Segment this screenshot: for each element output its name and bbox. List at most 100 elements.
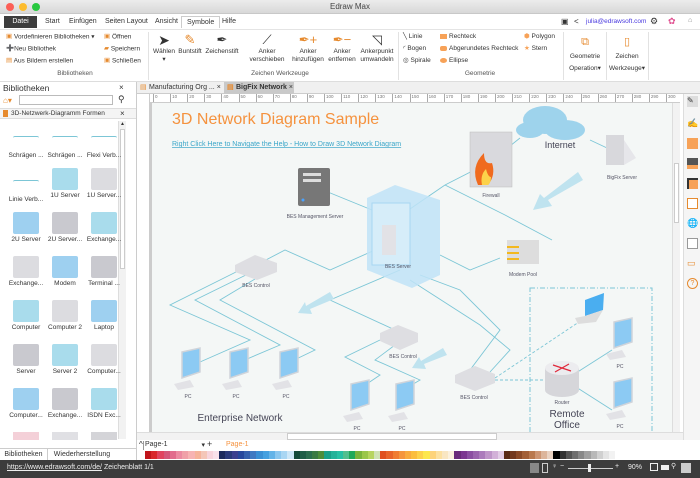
zoom-search-icon[interactable]: ⚲ [671, 462, 676, 470]
color-swatch[interactable] [609, 451, 616, 459]
help-link[interactable]: Right Click Here to Navigate the Help - … [172, 141, 401, 148]
horizontal-scrollbar[interactable] [137, 432, 683, 440]
menu-seiten-layout[interactable]: Seiten Layout [100, 16, 153, 28]
menu-ansicht[interactable]: Ansicht [150, 16, 183, 28]
library-search-input[interactable] [19, 95, 113, 105]
library-shape[interactable]: 1U Server... [84, 166, 124, 199]
doc-tab-bigfix[interactable]: ▤ BigFix Network × [224, 82, 294, 94]
gear-icon[interactable]: ⚙ [650, 16, 658, 27]
remove-anchor-button[interactable]: ✒− Anker entfernen [327, 32, 357, 64]
page-view-icon[interactable] [542, 463, 548, 473]
library-shape[interactable]: Terminal ... [84, 254, 124, 287]
doc-tab-manufacturing[interactable]: ▤ Manufacturing Org ... × [137, 82, 222, 94]
polygon-shape[interactable]: ⬢ Polygon [524, 33, 555, 41]
new-library-button[interactable]: ➕Neu Bibliothek [6, 45, 56, 54]
format-painter-icon[interactable]: ✎ [687, 96, 698, 107]
convert-anchor-button[interactable]: ◹ Ankerpunkt umwandeln [358, 32, 396, 64]
star-shape[interactable]: ★ Stern [524, 45, 547, 53]
move-anchor-button[interactable]: ⟋ Anker verschieben [248, 32, 286, 64]
close-tab-icon[interactable]: × [289, 84, 293, 91]
library-shape[interactable]: Schrägen ... [45, 122, 85, 159]
page-tab[interactable]: Page-1 [226, 441, 249, 448]
fit-width-icon[interactable] [661, 465, 669, 470]
line-shape[interactable]: ╲ Linie [403, 33, 422, 41]
tab-bibliotheken[interactable]: Bibliotheken [0, 449, 48, 460]
presentation-icon[interactable]: ♀ [552, 463, 557, 470]
fit-page-icon[interactable] [650, 463, 658, 471]
library-shape[interactable]: Exchange... [6, 254, 46, 287]
share-icon[interactable]: < [574, 17, 579, 26]
page-select[interactable]: Page-1 ▾ [143, 441, 205, 450]
layers-icon[interactable] [687, 178, 698, 189]
menu-start[interactable]: Start [40, 16, 65, 28]
from-images-button[interactable]: ▤ Aus Bildern erstellen [6, 57, 73, 66]
zoom-in-button[interactable]: + [615, 463, 619, 470]
library-shape[interactable]: Computer... [84, 342, 124, 375]
library-section-header[interactable]: 3D-Netzwerk-Diagramm Formen × [0, 108, 136, 119]
pen-tool[interactable]: ✒ Zeichenstift [205, 32, 239, 56]
save-button[interactable]: ▰ Speichern [104, 45, 140, 54]
user-email[interactable]: julia@edrawsoft.com [586, 18, 646, 25]
globe-icon[interactable]: 🌐 [687, 218, 698, 229]
library-shape[interactable]: Computer [6, 298, 46, 331]
rounded-rectangle-shape[interactable]: Abgerundetes Rechteck [440, 45, 518, 53]
menu-hilfe[interactable]: Hilfe [217, 16, 241, 28]
fullscreen-icon[interactable] [681, 463, 691, 473]
library-shape[interactable]: 2U Server... [45, 210, 85, 243]
drawing-tools-button[interactable]: ▯ Zeichen Werkzeuge▾ [607, 33, 647, 75]
zoom-out-button[interactable]: − [560, 463, 564, 470]
website-link[interactable]: https://www.edrawsoft.com/de/ [7, 464, 102, 471]
menu-symbole[interactable]: Symbole [181, 16, 221, 28]
library-shape[interactable] [6, 430, 46, 440]
library-shape[interactable]: Schrägen ... [6, 122, 46, 159]
skin-icon[interactable]: ✿ [668, 16, 676, 27]
screenshot-icon[interactable]: ▣ [561, 17, 569, 26]
data-icon[interactable] [687, 198, 698, 209]
tab-wiederherstellung[interactable]: Wiederherstellung [52, 449, 112, 460]
zoom-slider[interactable] [568, 464, 613, 472]
library-shape[interactable]: Server 2 [45, 342, 85, 375]
library-shape[interactable] [84, 430, 124, 440]
search-icon[interactable]: ⚲ [118, 94, 125, 105]
drawing-canvas[interactable]: PC PC PC PC PC PC PC 3D Network Diagram Sample… [150, 103, 680, 432]
library-shape[interactable]: 2U Server [6, 210, 46, 243]
library-shape[interactable]: ISDN Exc... [84, 386, 124, 419]
rectangle-shape[interactable]: Rechteck [440, 33, 476, 41]
close-library-button[interactable]: ▣ Schließen [104, 57, 141, 66]
geometry-operation-button[interactable]: ⧉ Geometrie Operation▾ [565, 33, 605, 75]
close-tab-icon[interactable]: × [217, 84, 221, 91]
spiral-shape[interactable]: ◎ Spirale [403, 57, 431, 65]
library-shape[interactable]: Computer 2 [45, 298, 85, 331]
library-shape[interactable]: Flexi Verb... [84, 122, 124, 159]
close-panel-icon[interactable]: × [119, 83, 124, 92]
vertical-scrollbar[interactable] [672, 103, 680, 432]
arc-shape[interactable]: ◜ Bogen [403, 45, 426, 53]
pencil-tool[interactable]: ✎ Buntstift [177, 32, 203, 56]
help-icon[interactable]: ? [687, 278, 698, 289]
normal-view-icon[interactable] [530, 463, 539, 473]
library-shape[interactable]: Server [6, 342, 46, 375]
image-icon[interactable] [687, 158, 698, 169]
collapse-ribbon-icon[interactable]: ⌂ [688, 17, 692, 24]
library-shape[interactable]: Laptop [84, 298, 124, 331]
predefined-libraries-button[interactable]: ▣ Vordefinieren Bibliotheken ▾ [6, 33, 95, 42]
ellipse-shape[interactable]: Ellipse [440, 57, 468, 65]
library-shape[interactable]: Exchange... [45, 386, 85, 419]
menu-datei[interactable]: Datei [4, 16, 37, 28]
library-shape[interactable]: 1U Server [45, 166, 85, 199]
open-button[interactable]: ▣ Öffnen [104, 33, 131, 42]
comment-icon[interactable]: ▭ [687, 258, 698, 269]
fill-icon[interactable] [687, 138, 698, 149]
add-anchor-button[interactable]: ✒+ Anker hinzufügen [289, 32, 327, 64]
menu-einfuegen[interactable]: Einfügen [64, 16, 102, 28]
close-section-icon[interactable]: × [120, 109, 125, 118]
page-icon[interactable] [687, 238, 698, 249]
line-style-icon[interactable]: ✍ [687, 118, 698, 129]
add-page-button[interactable]: + [207, 439, 212, 449]
library-shape[interactable]: Computer... [6, 386, 46, 419]
home-icon[interactable]: ⌂▾ [3, 96, 12, 105]
library-shape[interactable]: Exchange... [84, 210, 124, 243]
select-tool[interactable]: ➤ Wählen ▾ [151, 32, 177, 64]
library-shape[interactable]: Modem [45, 254, 85, 287]
library-shape[interactable] [45, 430, 85, 440]
